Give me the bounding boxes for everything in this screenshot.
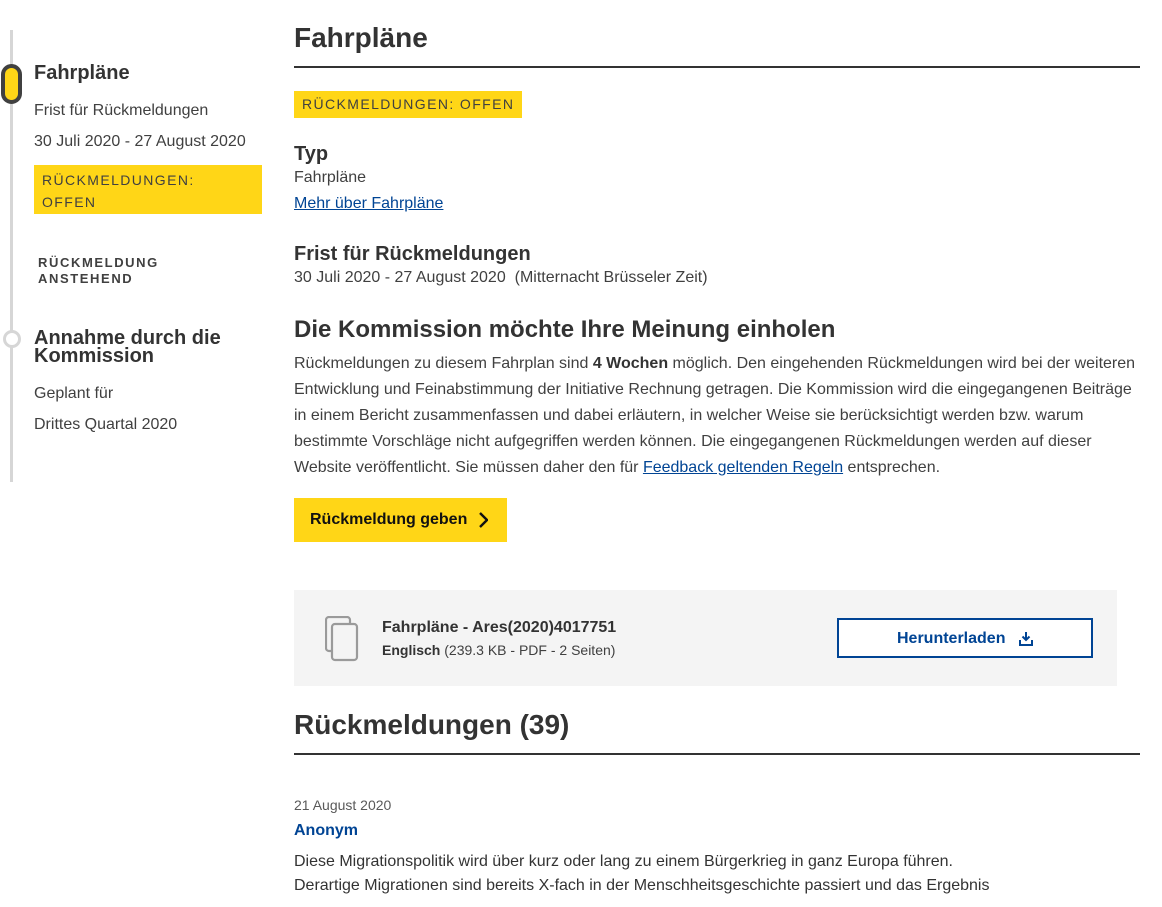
timeline-step2-label: Geplant für	[34, 385, 114, 402]
feedback-divider	[294, 753, 1140, 755]
document-language: Englisch	[382, 642, 441, 658]
title-divider	[294, 66, 1140, 68]
opinion-text-middle: möglich. Den eingehenden Rückmeldungen w…	[294, 355, 1136, 476]
opinion-text: Rückmeldungen zu diesem Fahrplan sind 4 …	[294, 351, 1140, 481]
type-info-link[interactable]: Mehr über Fahrpläne	[294, 195, 443, 213]
status-badge: RÜCKMELDUNGEN: OFFEN	[294, 91, 523, 118]
type-value: Fahrpläne	[294, 169, 367, 186]
timeline-marker	[3, 330, 21, 348]
timeline-step-label: Frist für Rückmeldungen	[34, 102, 209, 119]
opinion-heading: Die Kommission möchte Ihre Meinung einho…	[294, 316, 836, 343]
feedback-date: 21 August 2020	[294, 797, 392, 813]
page-title: Fahrpläne	[294, 22, 428, 53]
feedback-text: Diese Migrationspolitik wird über kurz o…	[294, 853, 990, 894]
feedback-heading: Rückmeldungen (39)	[294, 709, 570, 740]
timeline-step2-date: Drittes Quartal 2020	[34, 416, 178, 433]
opinion-text-end: entsprechen.	[843, 459, 941, 476]
timeline-status-badge: RÜCKMELDUNGEN: OFFEN	[34, 165, 262, 214]
documents-icon	[325, 616, 359, 662]
document-meta: Englisch (239.3 KB - PDF - 2 Seiten)	[382, 642, 615, 658]
deadline-heading: Frist für Rückmeldungen	[294, 243, 531, 265]
download-label: Herunterladen	[897, 630, 1006, 647]
opinion-duration: 4 Wochen	[592, 355, 669, 372]
feedback-rules-link[interactable]: Feedback geltenden Regeln	[643, 459, 843, 476]
document-title: Fahrpläne - Ares(2020)4017751	[382, 619, 617, 636]
give-feedback-label: Rückmeldung geben	[310, 511, 468, 528]
feedback-author-link[interactable]: Anonym	[294, 822, 358, 840]
give-feedback-button[interactable]: Rückmeldung geben	[294, 498, 507, 542]
timeline-step-title: Fahrpläne	[34, 62, 130, 84]
document-details: (239.3 KB - PDF - 2 Seiten)	[440, 642, 616, 658]
chevron-right-icon	[479, 512, 488, 528]
timeline-step-dates: 30 Juli 2020 - 27 August 2020	[34, 133, 246, 150]
deadline-value: 30 Juli 2020 - 27 August 2020 (Mitternac…	[294, 269, 708, 286]
document-panel: Fahrpläne - Ares(2020)4017751 Englisch (…	[294, 590, 1117, 686]
timeline-step2-title: Annahme durch die Kommission	[34, 327, 221, 367]
download-button[interactable]: Herunterladen	[837, 618, 1093, 658]
download-icon	[1019, 632, 1033, 646]
timeline-pending-label: RÜCKMELDUNG ANSTEHEND	[38, 255, 159, 286]
timeline-sidebar: Fahrpläne Frist für Rückmeldungen 30 Jul…	[0, 0, 270, 907]
opinion-text-start: Rückmeldungen zu diesem Fahrplan sind	[294, 355, 593, 372]
type-heading: Typ	[294, 143, 329, 165]
timeline-active-marker	[1, 64, 22, 104]
